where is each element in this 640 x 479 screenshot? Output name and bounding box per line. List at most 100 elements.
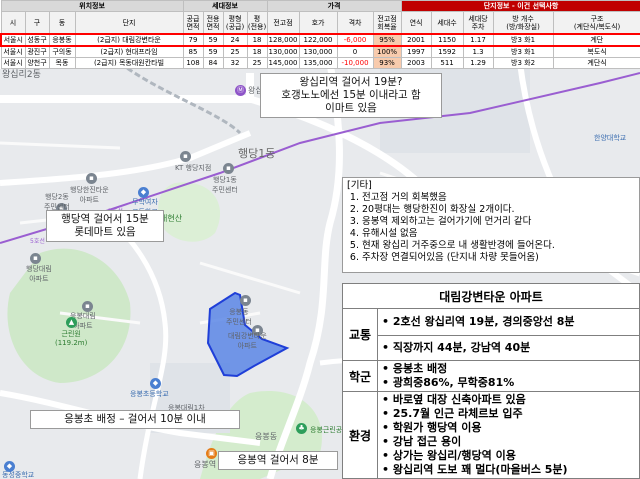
callout-eungbong-station: 응봉역 걸어서 8분 <box>218 451 338 470</box>
table-cell-structure: 복도식 <box>552 45 640 58</box>
table-cell-pyeong-excl: 18 <box>246 45 268 58</box>
table-cell-gu: 성동구 <box>24 33 50 47</box>
apartment-icon-2: ▪ <box>30 253 41 264</box>
table-cell-recovery: 100% <box>372 45 402 58</box>
column-header: 평 (전용) <box>246 11 268 35</box>
column-header: 방 개수 (방/화장실) <box>492 11 554 35</box>
table-cell-peak: 130,000 <box>266 45 300 58</box>
table-row[interactable]: 서울시 성동구 응봉동 (2급지) 대림강변타운 79 59 24 18 128,000 122,… <box>0 33 640 47</box>
table-cell-rooms: 방3 화2 <box>492 57 554 69</box>
table-cell-households: 1150 <box>430 33 464 47</box>
memo-item: 전고점 거의 회복했음 <box>362 192 635 204</box>
map-label-hanyang: 한양대학교 <box>594 134 627 142</box>
map-label-eungbong-elem: 응봉초등학교 <box>130 390 169 398</box>
column-header: 구조 (계단식/복도식) <box>552 11 640 35</box>
map-label-kt: KT 행당지점 <box>175 164 212 172</box>
summary-environment-items: • 바로옆 대장 신축아파트 있음 • 25.7월 인근 라체르보 입주 • 학원가… <box>377 391 640 479</box>
memo-item: 현재 왕십리 거주중으로 내 생활반경에 들어온다. <box>362 240 635 252</box>
summary-item: • 광희중86%, 무학중81% <box>382 376 515 389</box>
table-cell-supply: 108 <box>182 57 204 69</box>
summary-item: • 25.7월 인근 라체르보 입주 <box>382 407 523 420</box>
table-cell-year: 1997 <box>400 45 432 58</box>
map-label-haengdang1-center: 행당1동 주민센터 <box>212 176 238 194</box>
apartment-comparison-table: 위치정보 세대정보 가격 단지정보 - 이건 선택사항 시 구 동 단지 공급 면적 전용… <box>0 0 640 69</box>
table-cell-exclusive: 59 <box>202 33 224 47</box>
table-cell-ask: 122,000 <box>298 33 338 47</box>
callout-wangsimni-line2: 호갱노노에선 15분 이내라고 함 <box>281 89 421 101</box>
callout-haengdang-line1: 행당역 걸어서 15분 <box>61 213 149 225</box>
table-cell-pyeong-supply: 32 <box>222 57 248 69</box>
group-location-header: 위치정보 <box>0 0 184 12</box>
summary-item: • 응봉초 배정 <box>382 362 448 375</box>
office-icon-3: ▪ <box>240 295 251 306</box>
table-cell-year: 2001 <box>400 33 432 47</box>
callout-wangsimni-walk: 왕십리역 걸어서 19분? 호갱노노에선 15분 이내라고 함 이마트 있음 <box>260 73 442 118</box>
table-cell-dong: 목동 <box>48 57 76 69</box>
summary-title: 대림강변타운 아파트 <box>342 283 640 309</box>
callout-wangsimni-line3: 이마트 있음 <box>325 102 377 114</box>
table-body: 서울시 성동구 응봉동 (2급지) 대림강변타운 79 59 24 18 128,000 122,… <box>0 33 640 69</box>
column-header-row: 시 구 동 단지 공급 면적 전용 면적 평형 (공급) 평 (전용) 전고점 호가 격차 전고점 회… <box>0 11 640 35</box>
summary-school-items: • 응봉초 배정 • 광희중86%, 무학중81% <box>377 360 640 392</box>
table-cell-supply: 85 <box>182 45 204 58</box>
table-cell-si: 서울시 <box>0 45 26 58</box>
column-header: 단지 <box>74 11 184 35</box>
column-header: 전용 면적 <box>202 11 224 35</box>
map-label-haengdang2-center: 행당2동 주민센터 <box>44 193 70 211</box>
memo-item: 응봉역 제외하고는 걸어가기에 먼거리 같다 <box>362 216 635 228</box>
column-header: 세대수 <box>430 11 464 35</box>
table-cell-recovery: 93% <box>372 57 402 69</box>
table-cell-dong: 구의동 <box>48 45 76 58</box>
table-cell-structure: 계단식 <box>552 57 640 69</box>
building-icon: ▪ <box>223 163 234 174</box>
table-cell-si: 서울시 <box>0 57 26 69</box>
table-row[interactable]: 서울시 양천구 목동 (2급지) 목동대원칸타빌 108 84 32 25 145,000 135… <box>0 57 640 69</box>
office-icon: ▪ <box>180 151 191 162</box>
table-cell-peak: 128,000 <box>266 33 300 47</box>
school-icon-2: ◆ <box>150 378 161 389</box>
map-label-dongseong: 동성중학교 <box>2 471 35 479</box>
table-cell-exclusive: 59 <box>202 45 224 58</box>
table-cell-pyeong-supply: 25 <box>222 45 248 58</box>
memo-item: 유해시설 없음 <box>362 228 635 240</box>
table-cell-parking: 1.17 <box>462 33 494 47</box>
group-complex-header: 단지정보 - 이건 선택사항 <box>400 0 640 12</box>
map-label-eungbong-station: 응봉역 <box>194 460 217 469</box>
table-cell-structure: 계단 <box>552 33 640 47</box>
apartment-icon: ▪ <box>86 173 97 184</box>
memo-title: [기타] <box>347 180 372 191</box>
callout-wangsimni-line1: 왕십리역 걸어서 19분? <box>299 76 403 88</box>
group-household-header: 세대정보 <box>182 0 268 12</box>
column-header: 전고점 <box>266 11 300 35</box>
table-cell-pyeong-supply: 24 <box>222 33 248 47</box>
table-cell-year: 2003 <box>400 57 432 69</box>
table-cell-rooms: 방3 화1 <box>492 45 554 58</box>
summary-school-label: 학군 <box>342 360 378 392</box>
column-header: 세대당 주차 <box>462 11 494 35</box>
callout-eungbong-school: 응봉초 배정 – 걸어서 10분 이내 <box>30 410 240 429</box>
callout-haengdang-walk: 행당역 걸어서 15분 롯데마트 있음 <box>46 210 164 242</box>
table-cell-rooms: 방3 화1 <box>492 33 554 47</box>
map-label-eungbong-dong: 응봉동 <box>255 432 278 441</box>
table-cell-ask: 135,000 <box>298 57 338 69</box>
map-label-green-park: 근린원 (119.2m) <box>55 330 88 347</box>
table-cell-supply: 79 <box>182 33 204 47</box>
table-row[interactable]: 서울시 광진구 구의동 (2급지) 현대프라임 85 59 25 18 130,000 130,0… <box>0 45 640 58</box>
table-cell-gap: -10,000 <box>336 57 374 69</box>
table-cell-households: 1592 <box>430 45 464 58</box>
table-cell-parking: 1.29 <box>462 57 494 69</box>
column-header: 평형 (공급) <box>222 11 248 35</box>
map-label-haengdang-daerim: 행당대림 아파트 <box>26 265 52 283</box>
memo-item: 주차장 연결되어있음 (단지내 차량 못들어옴) <box>362 252 635 264</box>
memo-item: 20평대는 행당한진이 화장실 2개이다. <box>362 204 635 216</box>
column-header: 호가 <box>298 11 338 35</box>
summary-table: 대림강변타운 아파트 교통 • 2호선 왕십리역 19분, 경의중앙선 8분 •… <box>342 283 640 479</box>
map-label-haengdang-hanjin: 행당한진타운 아파트 <box>70 186 109 204</box>
table-cell-pyeong-excl: 25 <box>246 57 268 69</box>
summary-transport-item-1: • 2호선 왕십리역 19분, 경의중앙선 8분 <box>377 308 640 336</box>
table-cell-name: (2급지) 목동대원칸타빌 <box>74 57 184 69</box>
station-icon: ▣ <box>206 448 217 459</box>
column-header: 연식 <box>400 11 432 35</box>
table-cell-households: 511 <box>430 57 464 69</box>
table-cell-gu: 양천구 <box>24 57 50 69</box>
